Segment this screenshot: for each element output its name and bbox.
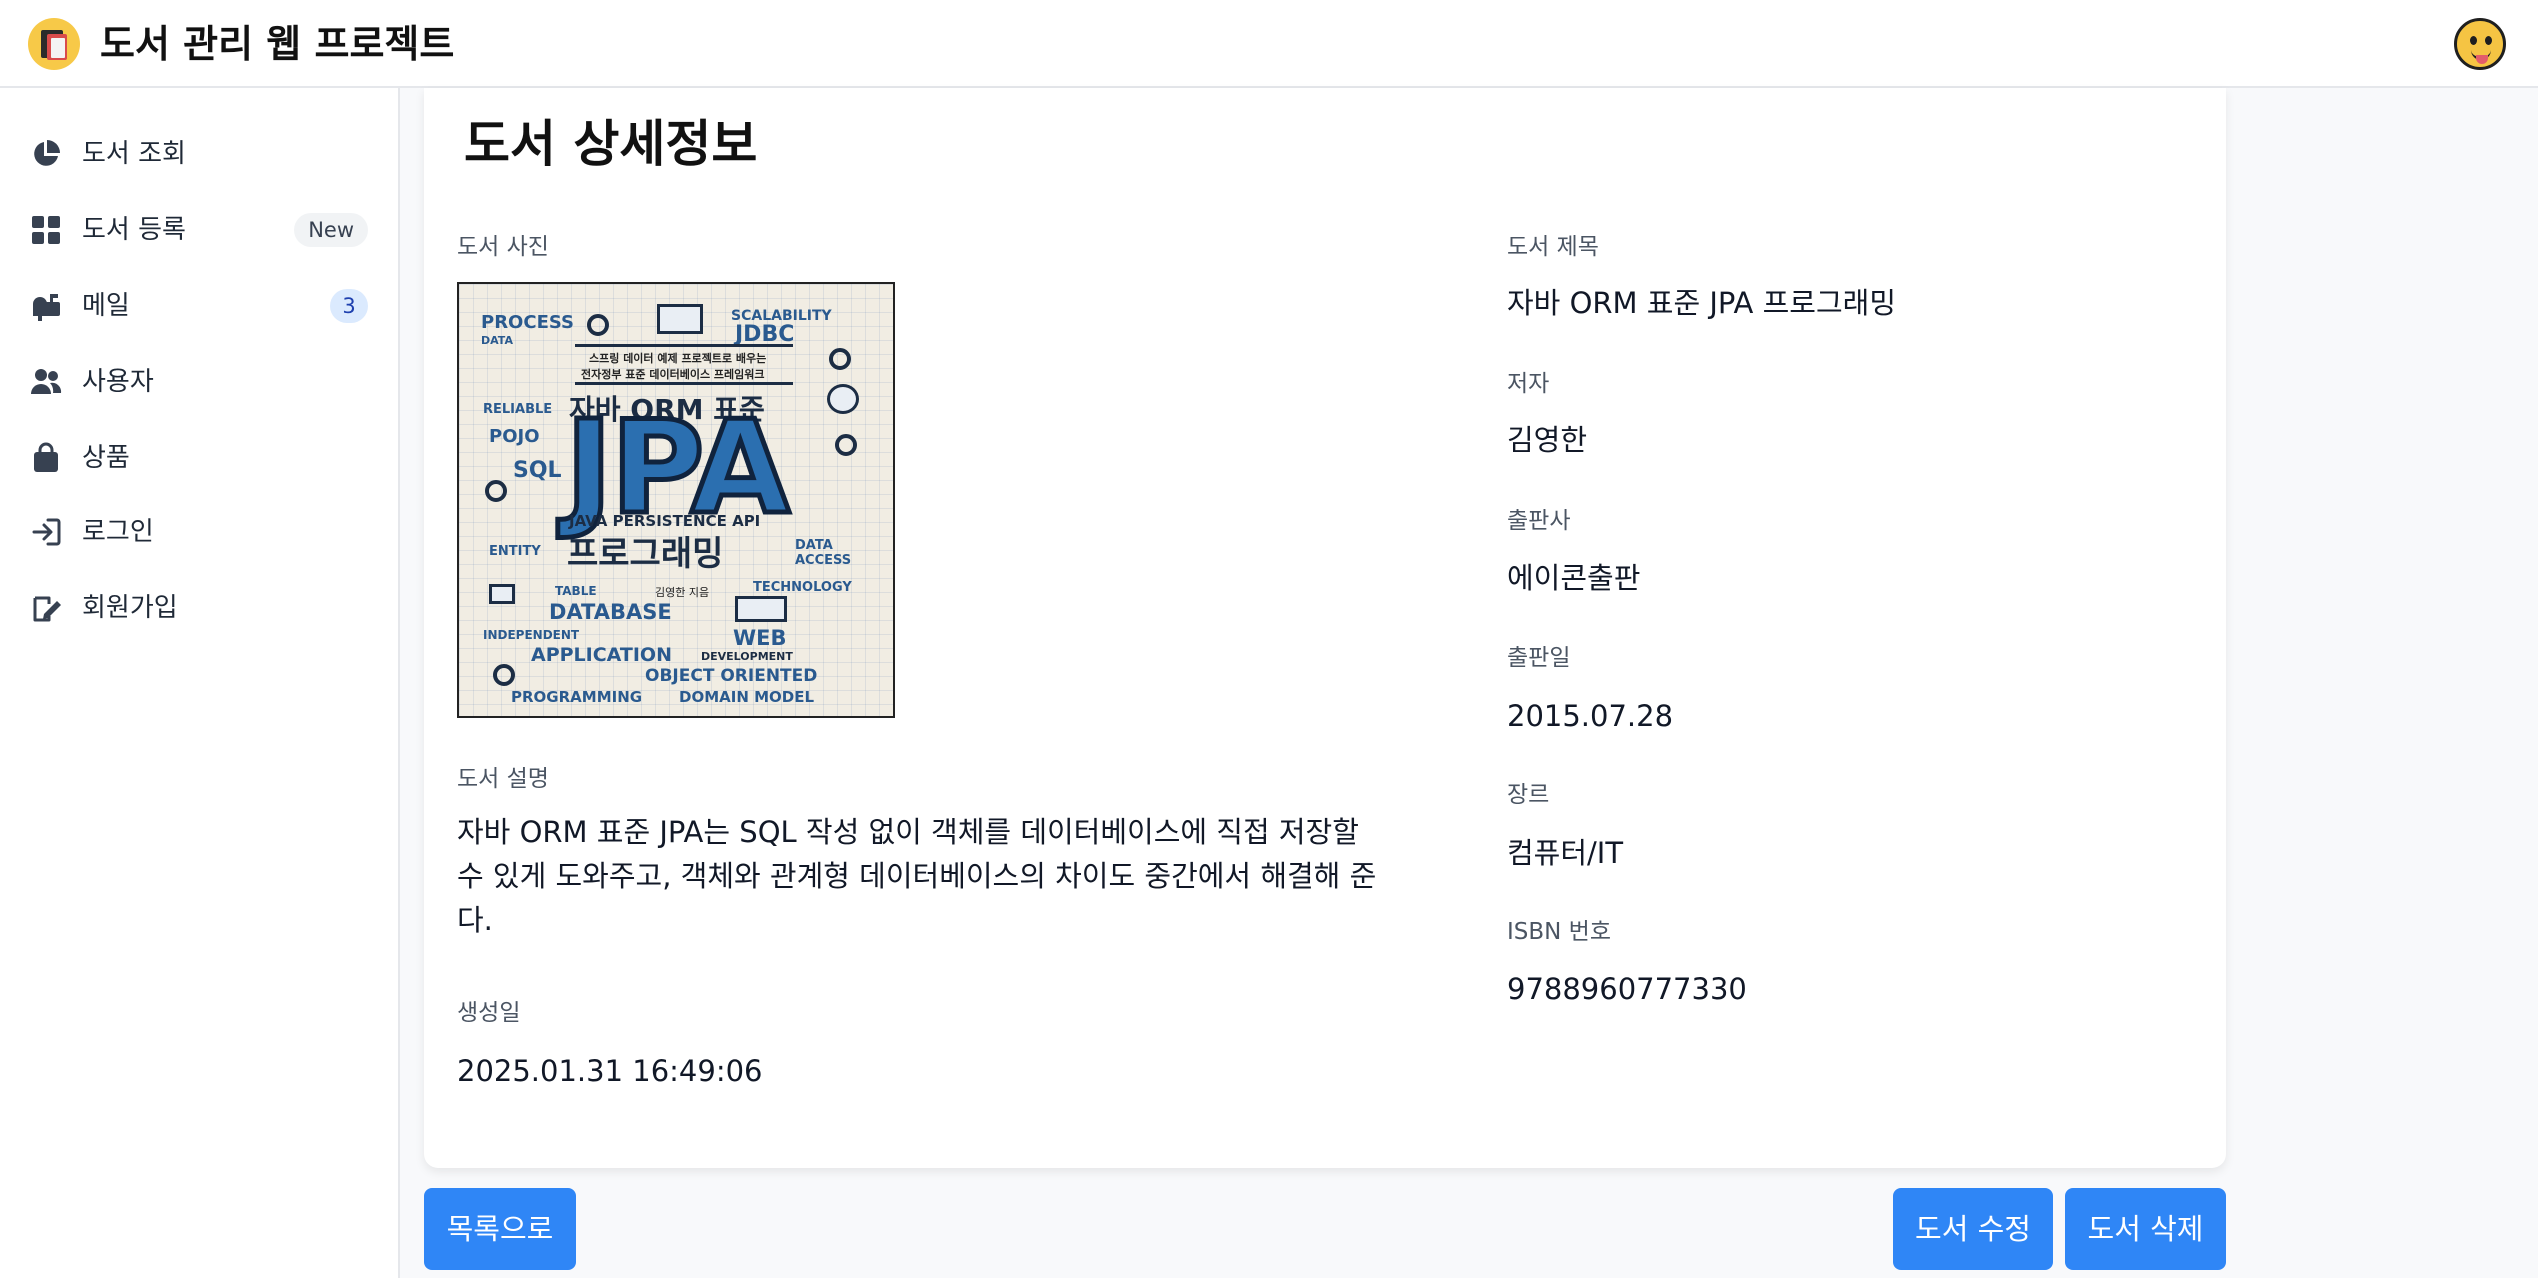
isbn-label: ISBN 번호	[1507, 919, 1611, 945]
back-to-list-button[interactable]: 목록으로	[424, 1188, 576, 1270]
isbn-value: 9788960777330	[1507, 972, 1747, 1006]
shopping-bag-icon	[34, 442, 58, 472]
user-avatar-icon[interactable]	[2454, 18, 2506, 70]
created-value: 2025.01.31 16:49:06	[457, 1054, 763, 1088]
grid-icon	[32, 216, 60, 244]
publisher-value: 에이콘출판	[1507, 561, 1641, 595]
sidebar-item-products[interactable]: 상품	[0, 426, 398, 490]
sign-up-icon	[33, 596, 61, 622]
mailbox-icon	[33, 294, 60, 321]
description-label: 도서 설명	[457, 766, 549, 792]
publish-date-value: 2015.07.28	[1507, 699, 1674, 733]
edit-book-button[interactable]: 도서 수정	[1893, 1188, 2053, 1270]
top-header: 도서 관리 웹 프로젝트	[0, 0, 2538, 88]
users-icon	[31, 369, 62, 394]
delete-book-button[interactable]: 도서 삭제	[2065, 1188, 2226, 1270]
sidebar-item-book-list[interactable]: 도서 조회	[0, 122, 398, 186]
book-description: 자바 ORM 표준 JPA는 SQL 작성 없이 객체를 데이터베이스에 직접 …	[457, 815, 1377, 937]
page-title: 도서 상세정보	[464, 115, 758, 173]
sidebar-item-signup[interactable]: 회원가입	[0, 576, 398, 640]
book-cover-image: PROCESS DATA SCALABILITY JDBC 스프링 데이터 예제…	[457, 282, 895, 718]
photo-label: 도서 사진	[457, 234, 549, 260]
title-value: 자바 ORM 표준 JPA 프로그래밍	[1507, 286, 1897, 320]
sidebar-item-label: 상품	[82, 443, 130, 473]
created-label: 생성일	[457, 1000, 521, 1026]
mail-count-badge: 3	[330, 289, 368, 323]
title-label: 도서 제목	[1507, 234, 1599, 260]
sidebar-item-label: 사용자	[82, 367, 154, 397]
genre-label: 장르	[1507, 782, 1550, 808]
app-title[interactable]: 도서 관리 웹 프로젝트	[100, 16, 454, 72]
new-badge: New	[294, 213, 368, 247]
sidebar-item-users[interactable]: 사용자	[0, 350, 398, 414]
sidebar-item-label: 로그인	[82, 517, 154, 547]
sidebar-item-label: 도서 등록	[82, 215, 186, 245]
publisher-label: 출판사	[1507, 508, 1571, 534]
genre-value: 컴퓨터/IT	[1507, 836, 1624, 870]
book-detail-card: 도서 상세정보 도서 사진 PROCESS DATA SCALABILITY J…	[424, 88, 2226, 1168]
pie-chart-icon	[34, 140, 60, 166]
sidebar-item-book-register[interactable]: 도서 등록 New	[0, 198, 398, 262]
sidebar-item-label: 회원가입	[82, 593, 178, 623]
sign-in-icon	[32, 518, 61, 546]
sidebar-item-mail[interactable]: 메일 3	[0, 274, 398, 338]
sidebar-item-label: 도서 조회	[82, 139, 186, 169]
author-label: 저자	[1507, 371, 1550, 397]
sidebar: 도서 조회 도서 등록 New 메일 3 사용자 상품 로그인 회원가입	[0, 88, 400, 1278]
sidebar-item-login[interactable]: 로그인	[0, 500, 398, 564]
sidebar-item-label: 메일	[82, 291, 130, 321]
publish-date-label: 출판일	[1507, 645, 1571, 671]
books-logo-icon[interactable]	[28, 18, 80, 70]
author-value: 김영한	[1507, 423, 1588, 457]
